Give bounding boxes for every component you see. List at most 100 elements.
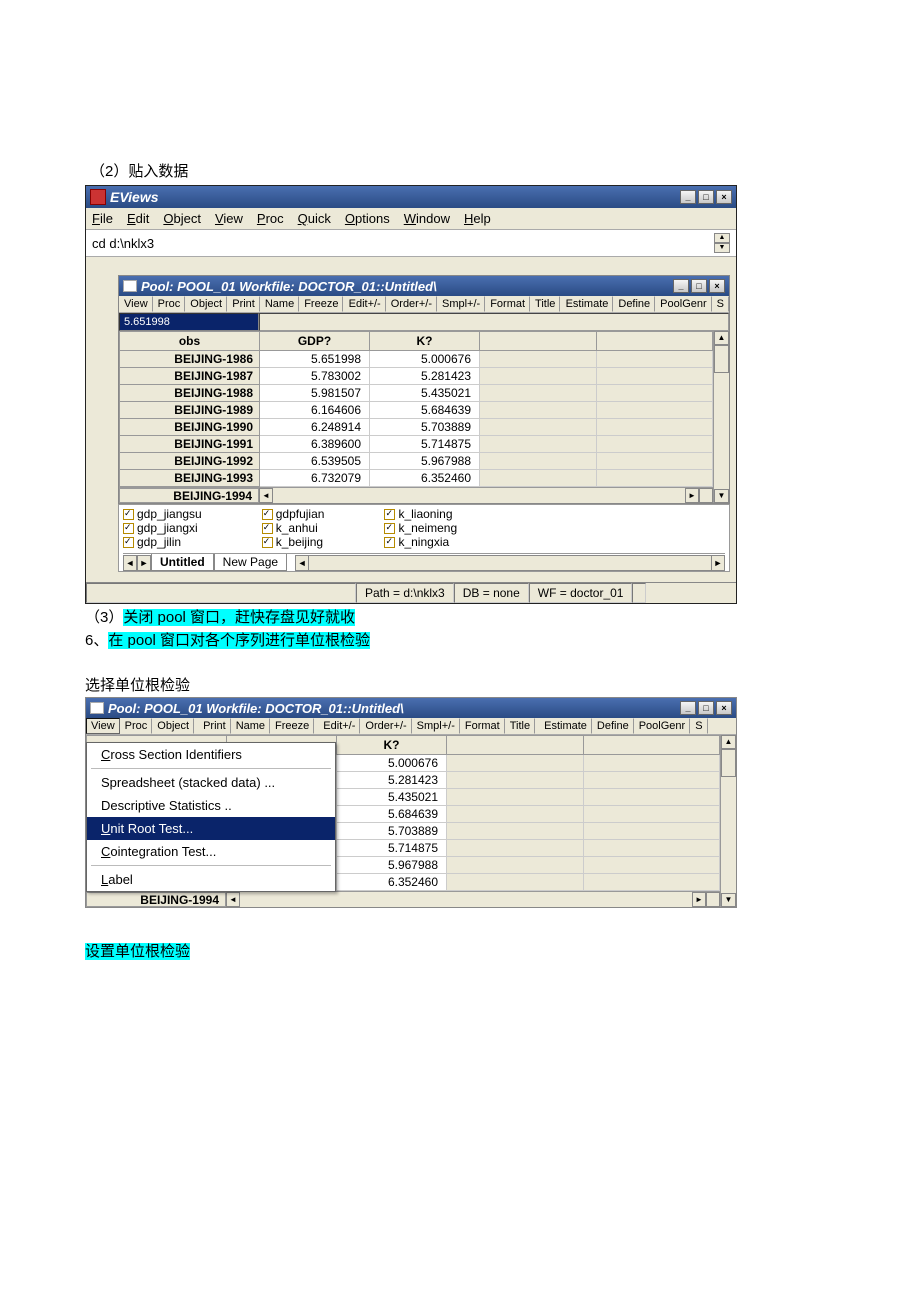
- list-item[interactable]: k_liaoning: [384, 507, 457, 521]
- tb2-format[interactable]: Format: [460, 718, 505, 734]
- tb-order[interactable]: Order+/-: [386, 296, 437, 312]
- pool-icon: [123, 280, 137, 292]
- hscroll-right[interactable]: ►: [685, 488, 699, 503]
- hscroll-track[interactable]: [273, 488, 685, 503]
- pool2-maximize-button[interactable]: □: [698, 701, 714, 715]
- vscroll2-thumb[interactable]: [721, 749, 736, 777]
- menu-cross-section[interactable]: Cross Section Identifiers: [87, 743, 335, 766]
- tb2-order[interactable]: Order+/-: [360, 718, 411, 734]
- table-row: BEIJING-19896.1646065.684639: [120, 402, 713, 419]
- tb2-title[interactable]: Title: [505, 718, 535, 734]
- tb-smpl[interactable]: Smpl+/-: [437, 296, 485, 312]
- tab-nav-right[interactable]: ►: [137, 555, 151, 571]
- vscroll-down[interactable]: ▼: [714, 489, 729, 503]
- menu-label[interactable]: Label: [87, 868, 335, 891]
- resize-grip[interactable]: [699, 488, 713, 503]
- tb2-poolgenr[interactable]: PoolGenr: [634, 718, 690, 734]
- hscroll2-track[interactable]: [240, 892, 692, 907]
- hscroll-left[interactable]: ◄: [259, 488, 273, 503]
- col-obs[interactable]: obs: [120, 332, 260, 351]
- tab-untitled[interactable]: Untitled: [151, 554, 214, 571]
- minimize-button[interactable]: _: [680, 190, 696, 204]
- tb2-freeze[interactable]: Freeze: [270, 718, 314, 734]
- pool-minimize-button[interactable]: _: [673, 279, 689, 293]
- active-cell-value[interactable]: 5.651998: [119, 313, 259, 331]
- tb2-smpl[interactable]: Smpl+/-: [412, 718, 460, 734]
- row-header-last[interactable]: BEIJING-1994: [119, 488, 259, 503]
- tb-print[interactable]: Print: [227, 296, 260, 312]
- row2-header-last[interactable]: BEIJING-1994: [86, 892, 226, 907]
- tb-view[interactable]: View: [119, 296, 153, 312]
- list-item[interactable]: k_beijing: [262, 535, 325, 549]
- menu-unit-root-test[interactable]: Unit Root Test...: [87, 817, 335, 840]
- pool2-close-button[interactable]: ×: [716, 701, 732, 715]
- tb-edit[interactable]: Edit+/-: [344, 296, 386, 312]
- menu-edit[interactable]: Edit: [127, 211, 149, 226]
- cmd-history-down[interactable]: ▼: [714, 243, 730, 253]
- tb-title[interactable]: Title: [530, 296, 560, 312]
- pool-close-button[interactable]: ×: [709, 279, 725, 293]
- command-line[interactable]: cd d:\nklx3 ▲ ▼: [86, 229, 736, 257]
- tb2-define[interactable]: Define: [592, 718, 634, 734]
- tb-s[interactable]: S: [712, 296, 729, 312]
- tb-poolgenr[interactable]: PoolGenr: [655, 296, 711, 312]
- tb2-view[interactable]: View: [86, 718, 120, 734]
- resize-grip-2[interactable]: [706, 892, 720, 907]
- vscroll2-down[interactable]: ▼: [721, 893, 736, 907]
- tb2-print[interactable]: Print: [198, 718, 231, 734]
- mini-scroll-track[interactable]: [309, 555, 711, 571]
- pool2-minimize-button[interactable]: _: [680, 701, 696, 715]
- tb2-edit[interactable]: Edit+/-: [318, 718, 360, 734]
- formula-bar[interactable]: [259, 313, 729, 331]
- window-resize-grip[interactable]: [632, 583, 646, 603]
- list-item[interactable]: gdp_jiangsu: [123, 507, 202, 521]
- menu-quick[interactable]: Quick: [298, 211, 331, 226]
- list-item[interactable]: gdpfujian: [262, 507, 325, 521]
- menu-object[interactable]: Object: [163, 211, 201, 226]
- menu-proc[interactable]: Proc: [257, 211, 284, 226]
- menu-help[interactable]: Help: [464, 211, 491, 226]
- tb-define[interactable]: Define: [613, 296, 655, 312]
- menu-file[interactable]: File: [92, 211, 113, 226]
- list-item[interactable]: gdp_jiangxi: [123, 521, 202, 535]
- hscroll2-left[interactable]: ◄: [226, 892, 240, 907]
- tb-freeze[interactable]: Freeze: [299, 296, 343, 312]
- list-item[interactable]: gdp_jilin: [123, 535, 202, 549]
- vscroll-up[interactable]: ▲: [714, 331, 729, 345]
- vertical-scrollbar[interactable]: ▲ ▼: [713, 331, 729, 503]
- tb-estimate[interactable]: Estimate: [561, 296, 614, 312]
- list-item[interactable]: k_anhui: [262, 521, 325, 535]
- list-item[interactable]: k_ningxia: [384, 535, 457, 549]
- list-item[interactable]: k_neimeng: [384, 521, 457, 535]
- tab-nav-left[interactable]: ◄: [123, 555, 137, 571]
- tb-format[interactable]: Format: [485, 296, 530, 312]
- maximize-button[interactable]: □: [698, 190, 714, 204]
- tb-object[interactable]: Object: [185, 296, 227, 312]
- mini-scroll-left[interactable]: ◄: [295, 555, 309, 571]
- close-button[interactable]: ×: [716, 190, 732, 204]
- mini-scroll-right[interactable]: ►: [711, 555, 725, 571]
- tb-name[interactable]: Name: [260, 296, 299, 312]
- vscroll-thumb[interactable]: [714, 345, 729, 373]
- menu-view[interactable]: View: [215, 211, 243, 226]
- menu-descriptive[interactable]: Descriptive Statistics ..: [87, 794, 335, 817]
- menu-cointegration[interactable]: Cointegration Test...: [87, 840, 335, 863]
- menu-window[interactable]: Window: [404, 211, 450, 226]
- col2-k[interactable]: K?: [337, 736, 447, 755]
- pool-maximize-button[interactable]: □: [691, 279, 707, 293]
- tab-new-page[interactable]: New Page: [214, 554, 287, 571]
- cmd-history-up[interactable]: ▲: [714, 233, 730, 243]
- tb2-name[interactable]: Name: [231, 718, 270, 734]
- tb2-estimate[interactable]: Estimate: [539, 718, 592, 734]
- col-gdp[interactable]: GDP?: [260, 332, 370, 351]
- col-k[interactable]: K?: [370, 332, 480, 351]
- menu-options[interactable]: Options: [345, 211, 390, 226]
- vertical-scrollbar-2[interactable]: ▲ ▼: [720, 735, 736, 907]
- menu-spreadsheet[interactable]: Spreadsheet (stacked data) ...: [87, 771, 335, 794]
- tb2-s[interactable]: S: [690, 718, 707, 734]
- tb2-proc[interactable]: Proc: [120, 718, 153, 734]
- hscroll2-right[interactable]: ►: [692, 892, 706, 907]
- vscroll2-up[interactable]: ▲: [721, 735, 736, 749]
- tb2-object[interactable]: Object: [152, 718, 194, 734]
- tb-proc[interactable]: Proc: [153, 296, 186, 312]
